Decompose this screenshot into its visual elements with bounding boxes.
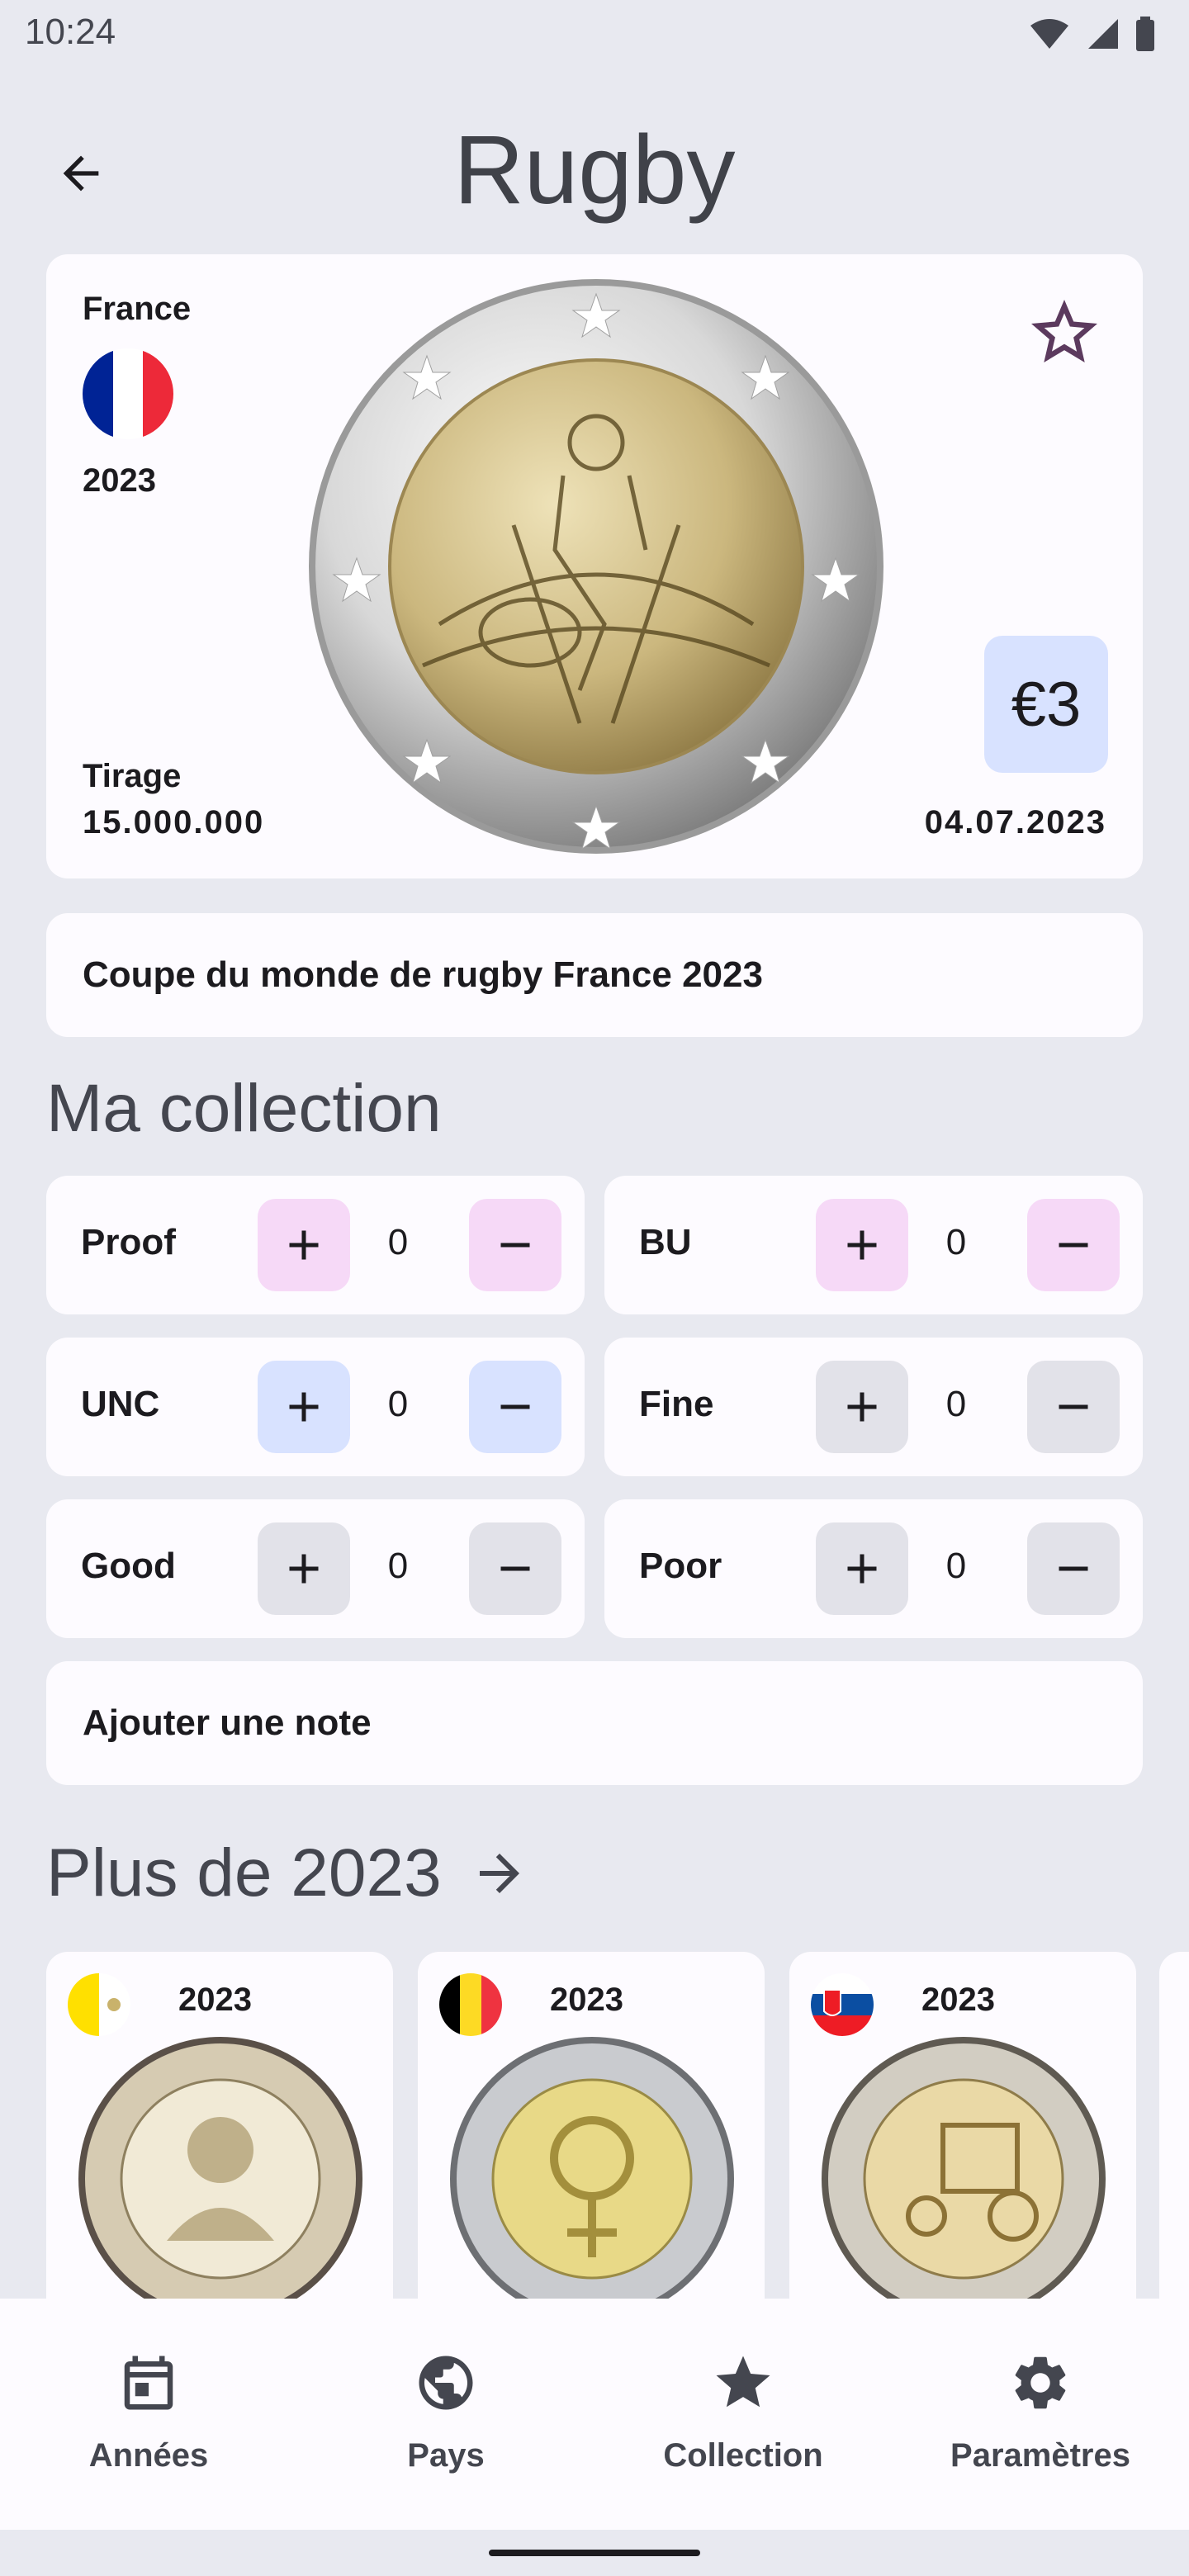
battery-icon (1136, 17, 1154, 51)
globe-icon (411, 2348, 481, 2417)
minus-icon (500, 1566, 530, 1571)
grade-card-poor: Poor 0 (604, 1499, 1143, 1638)
related-coin-year: 2023 (178, 1982, 252, 2018)
status-time: 10:24 (25, 12, 116, 52)
nav-collection[interactable]: Collection (594, 2299, 892, 2530)
related-coin-card[interactable]: 2023 (789, 1952, 1136, 2299)
increment-button[interactable] (258, 1522, 350, 1615)
minus-icon (1059, 1404, 1088, 1409)
coin-date: 04.07.2023 (924, 804, 1106, 841)
coin-value-badge: €3 (984, 636, 1108, 773)
grade-card-bu: BU 0 (604, 1176, 1143, 1314)
related-coin-year: 2023 (550, 1982, 623, 2018)
collection-title: Ma collection (46, 1071, 442, 1146)
related-coin-card[interactable]: 2023 (46, 1952, 393, 2299)
note-card[interactable]: Ajouter une note (46, 1661, 1143, 1785)
nav-pays[interactable]: Pays (297, 2299, 594, 2530)
related-coin-year: 2023 (921, 1982, 995, 2018)
vatican-flag-icon (68, 1973, 130, 2036)
increment-button[interactable] (258, 1199, 350, 1291)
grade-card-good: Good 0 (46, 1499, 585, 1638)
coin-description: Coupe du monde de rugby France 2023 (83, 954, 763, 995)
increment-button[interactable] (816, 1361, 908, 1453)
page-title: Rugby (453, 116, 736, 225)
grade-count: 0 (945, 1222, 967, 1262)
plus-icon (289, 1392, 319, 1422)
grade-count: 0 (387, 1222, 409, 1262)
star-icon (708, 2348, 778, 2417)
grade-card-unc: UNC 0 (46, 1338, 585, 1476)
bottom-navigation: Années Pays Collection Paramètres (0, 2299, 1189, 2530)
arrow-forward-icon (479, 1854, 519, 1893)
grade-label: Proof (81, 1222, 176, 1262)
favorite-star-button[interactable] (1019, 287, 1110, 378)
calendar-icon (114, 2348, 183, 2417)
france-flag-icon (83, 348, 173, 439)
grade-card-proof: Proof 0 (46, 1176, 585, 1314)
plus-icon (847, 1392, 877, 1422)
grade-count: 0 (945, 1384, 967, 1424)
grade-count: 0 (945, 1546, 967, 1586)
related-coin-card-partial[interactable] (1159, 1952, 1189, 2299)
decrement-button[interactable] (469, 1199, 561, 1291)
coin-card: France 2023 Tirage 15.000.000 04.07.2023 (46, 254, 1143, 878)
grade-label: UNC (81, 1384, 160, 1424)
coin-country: France (83, 291, 192, 327)
grade-label: Poor (639, 1546, 722, 1586)
star-outline-icon (1031, 300, 1097, 362)
decrement-button[interactable] (469, 1522, 561, 1615)
nav-label: Paramètres (950, 2437, 1130, 2474)
coin-year: 2023 (83, 462, 156, 499)
home-indicator (489, 2550, 700, 2556)
plus-icon (847, 1230, 877, 1260)
plus-icon (289, 1230, 319, 1260)
nav-parametres[interactable]: Paramètres (892, 2299, 1189, 2530)
status-icons (1029, 17, 1156, 51)
increment-button[interactable] (816, 1199, 908, 1291)
gear-icon (1006, 2348, 1075, 2417)
decrement-button[interactable] (1027, 1522, 1120, 1615)
more-title: Plus de 2023 (46, 1835, 442, 1911)
plus-icon (847, 1554, 877, 1584)
slovakia-flag-icon (811, 1973, 874, 2036)
coin-image (309, 279, 883, 854)
nav-label: Années (88, 2437, 209, 2474)
grade-count: 0 (387, 1384, 409, 1424)
decrement-button[interactable] (1027, 1361, 1120, 1453)
grade-card-fine: Fine 0 (604, 1338, 1143, 1476)
minus-icon (500, 1404, 530, 1409)
more-title-link[interactable]: Plus de 2023 (46, 1835, 529, 1912)
increment-button[interactable] (816, 1522, 908, 1615)
grade-label: BU (639, 1222, 692, 1262)
wifi-icon (1030, 19, 1068, 49)
minus-icon (500, 1243, 530, 1248)
minus-icon (1059, 1566, 1088, 1571)
signal-icon (1088, 19, 1118, 49)
description-card: Coupe du monde de rugby France 2023 (46, 913, 1143, 1037)
nav-label: Pays (407, 2437, 485, 2474)
tirage-label: Tirage (83, 758, 182, 794)
nav-label: Collection (663, 2437, 823, 2474)
nav-annees[interactable]: Années (0, 2299, 297, 2530)
grade-label: Fine (639, 1384, 714, 1424)
increment-button[interactable] (258, 1361, 350, 1453)
related-coin-card[interactable]: 2023 (418, 1952, 765, 2299)
minus-icon (1059, 1243, 1088, 1248)
decrement-button[interactable] (469, 1361, 561, 1453)
grade-count: 0 (387, 1546, 409, 1586)
add-note-label: Ajouter une note (83, 1702, 372, 1743)
tirage-value: 15.000.000 (83, 804, 265, 841)
status-bar: 10:24 (0, 0, 1189, 69)
related-coin-image (78, 2037, 362, 2299)
belgium-flag-icon (439, 1973, 502, 2036)
related-coin-image (822, 2037, 1106, 2299)
related-coin-image (450, 2037, 734, 2299)
decrement-button[interactable] (1027, 1199, 1120, 1291)
plus-icon (289, 1554, 319, 1584)
grade-label: Good (81, 1546, 176, 1586)
